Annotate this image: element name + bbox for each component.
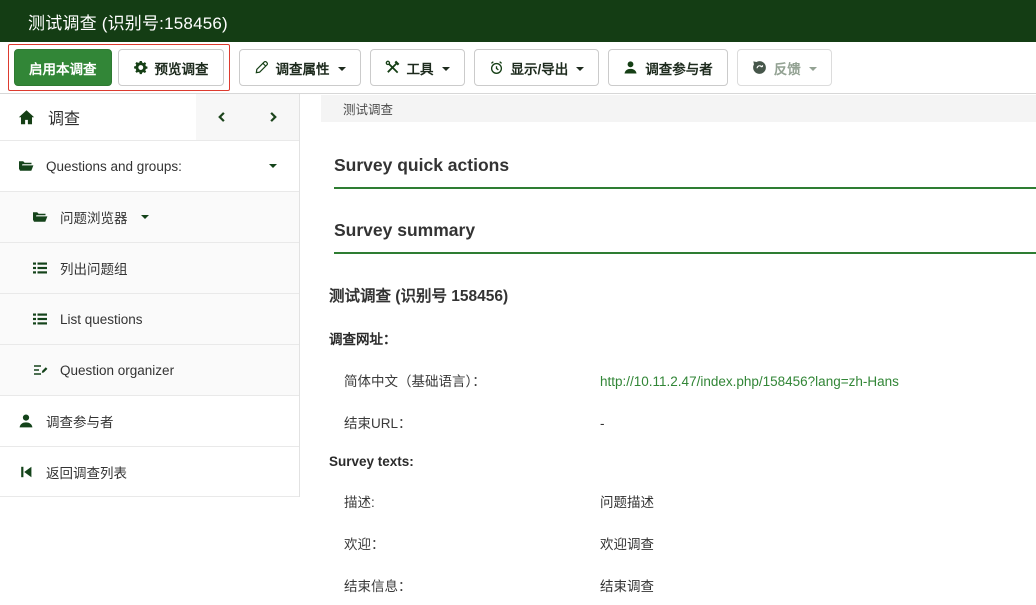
display-export-label: 显示/导出 — [511, 58, 569, 78]
chevron-down-icon — [442, 67, 450, 75]
sidebar-title: 调查 — [0, 94, 196, 140]
chevron-down-icon — [809, 67, 817, 75]
survey-properties-button[interactable]: 调查属性 — [239, 49, 361, 86]
row-label: 结束信息： — [329, 575, 600, 595]
sidebar-item-list-questions[interactable]: List questions — [0, 293, 299, 344]
summary-row-welcome: 欢迎： 欢迎调查 — [329, 533, 1036, 553]
summary-row-survey-url-section: 调查网址： — [329, 328, 1036, 348]
display-export-button[interactable]: 显示/导出 — [474, 49, 600, 86]
sidebar-item-question-explorer[interactable]: 问题浏览器 — [0, 191, 299, 242]
row-label: 简体中文（基础语言）： — [329, 370, 600, 390]
highlighted-action-group: 启用本调查 预览调查 — [8, 44, 230, 91]
limesurvey-admin: 测试调查 (识别号:158456) 启用本调查 预览调查 调查属性 工具 显示/… — [0, 0, 1036, 605]
skip-back-icon — [18, 464, 34, 480]
chevron-right-icon[interactable] — [260, 104, 286, 130]
row-label: 描述: — [329, 491, 600, 511]
sidebar-item-label: List questions — [60, 312, 143, 327]
display-export-icon — [489, 60, 504, 75]
survey-participants-label: 调查参与者 — [645, 58, 713, 78]
summary-row-description: 描述: 问题描述 — [329, 491, 1036, 511]
sidebar-item-label: 调查参与者 — [46, 411, 114, 431]
sidebar-item-label: 问题浏览器 — [60, 207, 128, 227]
sidebar-title-label: 调查 — [48, 105, 80, 129]
row-value: http://10.11.2.47/index.php/158456?lang=… — [600, 374, 1036, 389]
row-value: 问题描述 — [600, 491, 1036, 511]
survey-properties-label: 调查属性 — [276, 58, 330, 78]
breadcrumb: 测试调查 — [321, 95, 1036, 122]
row-value: 结束调查 — [600, 575, 1036, 595]
survey-summary-heading: Survey summary — [334, 220, 1036, 254]
sidebar-item-label: Questions and groups: — [46, 159, 182, 174]
feedback-label: 反馈 — [774, 58, 801, 78]
sidebar-item-survey-participants[interactable]: 调查参与者 — [0, 395, 299, 446]
caret-down-icon — [141, 215, 149, 223]
pencil-icon — [254, 60, 269, 75]
summary-row-base-language-url: 简体中文（基础语言）： http://10.11.2.47/index.php/… — [329, 370, 1036, 390]
folder-open-icon — [32, 209, 48, 225]
person-icon — [623, 60, 638, 75]
sidebar-item-questions-and-groups[interactable]: Questions and groups: — [0, 140, 299, 191]
survey-participants-button[interactable]: 调查参与者 — [608, 49, 728, 86]
row-label: 结束URL： — [329, 412, 600, 432]
chevron-left-icon[interactable] — [209, 104, 235, 130]
organizer-icon — [32, 362, 48, 378]
folder-open-icon — [18, 158, 34, 174]
home-icon — [18, 109, 35, 126]
sidebar-item-return-to-survey-list[interactable]: 返回调查列表 — [0, 446, 299, 497]
list-icon — [32, 260, 48, 276]
row-value: 欢迎调查 — [600, 533, 1036, 553]
sidebar-header: 调查 — [0, 94, 299, 140]
sidebar-item-label: Question organizer — [60, 363, 174, 378]
sidebar-item-label: 列出问题组 — [60, 258, 128, 278]
sidebar-collapse-controls — [196, 94, 299, 140]
survey-title: 测试调查 (识别号 158456) — [329, 284, 1036, 306]
breadcrumb-current: 测试调查 — [343, 99, 393, 118]
survey-overview: Survey quick actions Survey summary 测试调查… — [321, 155, 1036, 605]
list-icon — [32, 311, 48, 327]
preview-survey-label: 预览调查 — [155, 58, 209, 78]
summary-row-end-message: 结束信息： 结束调查 — [329, 575, 1036, 595]
row-label: 欢迎： — [329, 533, 600, 553]
sidebar-item-label: 返回调查列表 — [46, 462, 127, 482]
caret-down-icon — [269, 164, 277, 172]
sidebar-item-question-organizer[interactable]: Question organizer — [0, 344, 299, 395]
feedback-button[interactable]: 反馈 — [737, 49, 832, 86]
gear-icon — [133, 60, 148, 75]
row-label: Survey texts: — [329, 454, 600, 469]
body: 调查 Questions and groups: — [0, 94, 1036, 605]
preview-survey-button[interactable]: 预览调查 — [118, 49, 224, 86]
summary-row-survey-texts-section: Survey texts: — [329, 454, 1036, 469]
tools-button[interactable]: 工具 — [370, 49, 465, 86]
activate-survey-label: 启用本调查 — [29, 58, 97, 78]
feedback-icon — [752, 60, 767, 75]
survey-sidebar: 调查 Questions and groups: — [0, 94, 300, 497]
survey-title-bar: 测试调查 (识别号:158456) — [0, 0, 1036, 42]
chevron-down-icon — [338, 67, 346, 75]
page-title: 测试调查 (识别号:158456) — [28, 9, 228, 34]
summary-row-end-url: 结束URL： - — [329, 412, 1036, 432]
row-value: - — [600, 416, 1036, 431]
activate-survey-button[interactable]: 启用本调查 — [14, 49, 112, 86]
person-icon — [18, 413, 34, 429]
row-label: 调查网址： — [329, 328, 600, 348]
quick-actions-heading: Survey quick actions — [334, 155, 1036, 189]
main-content: 测试调查 Survey quick actions Survey summary… — [321, 94, 1036, 605]
survey-url-link[interactable]: http://10.11.2.47/index.php/158456?lang=… — [600, 374, 899, 389]
sidebar-item-list-question-groups[interactable]: 列出问题组 — [0, 242, 299, 293]
survey-toolbar: 启用本调查 预览调查 调查属性 工具 显示/导出 调查参与者 — [0, 42, 1036, 94]
tools-icon — [385, 60, 400, 75]
chevron-down-icon — [576, 67, 584, 75]
tools-label: 工具 — [407, 58, 434, 78]
